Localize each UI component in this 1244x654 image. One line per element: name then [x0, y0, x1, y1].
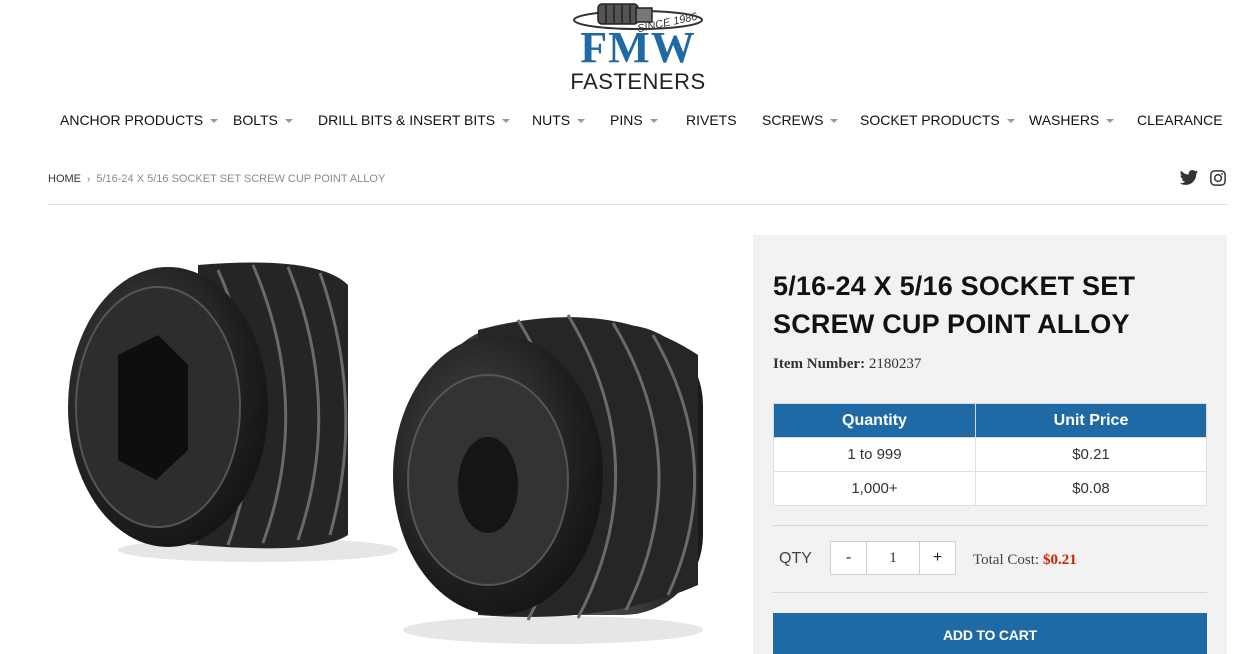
qty-label: QTY [779, 550, 812, 567]
nav-item-anchor-products[interactable]: ANCHOR PRODUCTS [60, 108, 219, 132]
divider [773, 592, 1207, 593]
pricing-price-cell: $0.08 [975, 471, 1207, 506]
svg-text:FMW: FMW [580, 23, 695, 72]
product-info-panel: 5/16-24 X 5/16 SOCKET SET SCREW CUP POIN… [753, 235, 1227, 654]
nav-item-rivets[interactable]: RIVETS [686, 108, 737, 132]
qty-increment-button[interactable]: + [920, 542, 955, 574]
add-to-cart-button[interactable]: ADD TO CART [773, 613, 1207, 654]
total-cost-label: Total Cost: [973, 552, 1040, 568]
set-screw-photo [68, 262, 703, 644]
total-cost: Total Cost: $0.21 [973, 552, 1077, 569]
chevron-down-icon [284, 119, 293, 123]
nav-item-drill-bits[interactable]: DRILL BITS & INSERT BITS [318, 108, 511, 132]
fmw-logo-graphic: SINCE 1986 FMW FASTENERS [570, 3, 705, 92]
breadcrumb-separator: › [87, 173, 91, 185]
quantity-stepper: - + [830, 541, 956, 575]
pricing-header-quantity: Quantity [773, 403, 976, 438]
nav-item-nuts[interactable]: NUTS [532, 108, 586, 132]
nav-item-washers[interactable]: WASHERS [1029, 108, 1115, 132]
svg-text:FASTENERS: FASTENERS [570, 69, 705, 92]
table-row: 1 to 999 $0.21 [773, 437, 1207, 472]
breadcrumb: HOME › 5/16-24 X 5/16 SOCKET SET SCREW C… [48, 172, 385, 186]
nav-item-screws[interactable]: SCREWS [762, 108, 839, 132]
chevron-down-icon [1106, 119, 1115, 123]
product-image[interactable] [48, 235, 738, 654]
chevron-down-icon [210, 119, 219, 123]
breadcrumb-current: 5/16-24 X 5/16 SOCKET SET SCREW CUP POIN… [96, 173, 386, 185]
main-nav: ANCHOR PRODUCTS BOLTS DRILL BITS & INSER… [0, 108, 1244, 132]
nav-item-clearance[interactable]: CLEARANCE [1137, 108, 1223, 132]
qty-decrement-button[interactable]: - [831, 542, 866, 574]
instagram-icon[interactable] [1209, 168, 1227, 188]
pricing-quantity-cell: 1 to 999 [773, 437, 976, 472]
chevron-down-icon [1006, 119, 1015, 123]
site-logo[interactable]: SINCE 1986 FMW FASTENERS [536, 2, 740, 92]
chevron-down-icon [649, 119, 658, 123]
nav-item-socket-products[interactable]: SOCKET PRODUCTS [860, 108, 1015, 132]
pricing-table: Quantity Unit Price 1 to 999 $0.21 1,000… [773, 403, 1207, 506]
chevron-down-icon [502, 119, 511, 123]
item-number-label: Item Number: [773, 356, 866, 372]
twitter-icon[interactable] [1179, 168, 1199, 188]
product-title: 5/16-24 X 5/16 SOCKET SET SCREW CUP POIN… [773, 271, 1136, 339]
breadcrumb-home-link[interactable]: HOME [48, 173, 81, 185]
nav-item-bolts[interactable]: BOLTS [233, 108, 293, 132]
qty-input[interactable] [866, 542, 920, 574]
pricing-header-row: Quantity Unit Price [773, 403, 1207, 438]
table-row: 1,000+ $0.08 [773, 471, 1207, 506]
chevron-down-icon [577, 119, 586, 123]
pricing-price-cell: $0.21 [975, 437, 1207, 472]
total-cost-value: $0.21 [1043, 552, 1077, 568]
item-number-value: 2180237 [868, 356, 922, 372]
pricing-header-unit-price: Unit Price [975, 403, 1207, 438]
chevron-down-icon [830, 119, 839, 123]
header-divider [48, 204, 1228, 205]
item-number: Item Number: 2180237 [773, 356, 921, 373]
nav-item-pins[interactable]: PINS [610, 108, 658, 132]
divider [773, 525, 1207, 526]
pricing-quantity-cell: 1,000+ [773, 471, 976, 506]
